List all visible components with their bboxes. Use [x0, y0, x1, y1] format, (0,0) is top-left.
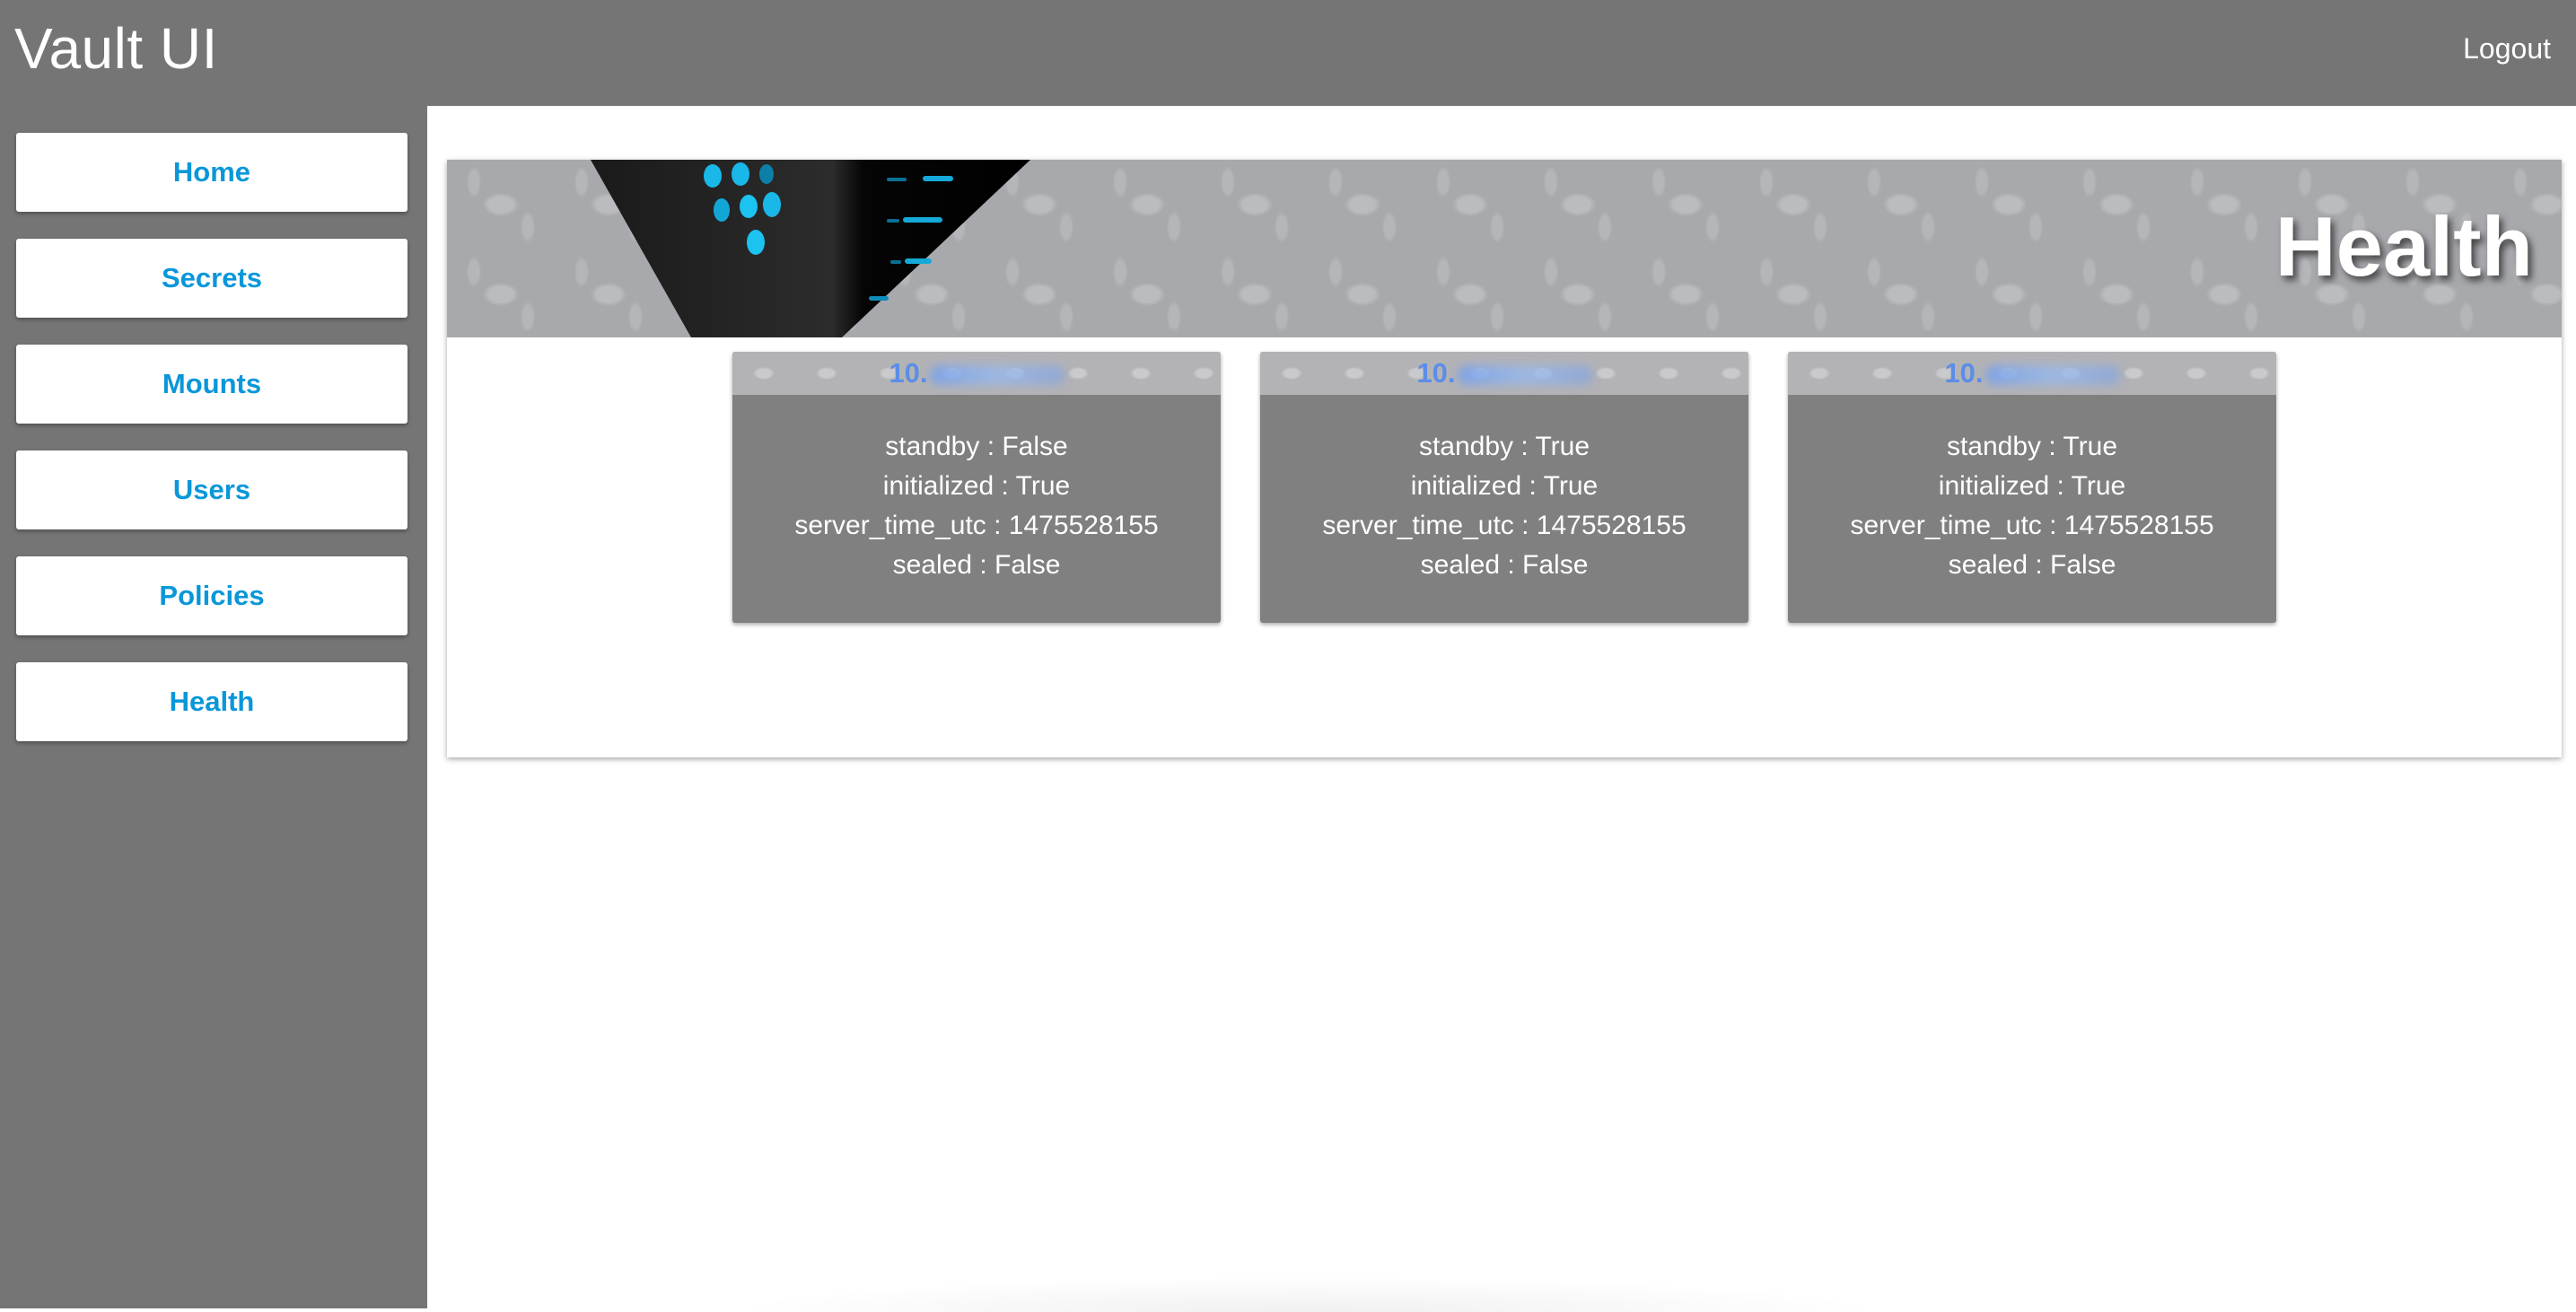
node-standby: standby : True: [1946, 432, 2118, 461]
node-card-header: 10.: [732, 352, 1221, 395]
node-ip: 10.: [889, 357, 1065, 389]
sidebar-item-mounts[interactable]: Mounts: [16, 345, 407, 424]
node-ip: 10.: [1944, 357, 2120, 389]
node-sealed: sealed : False: [1420, 550, 1589, 580]
node-initialized: initialized : True: [1938, 471, 2126, 501]
node-standby: standby : False: [885, 432, 1068, 461]
node-card-body: standby : False initialized : True serve…: [732, 427, 1221, 585]
node-card-header: 10.: [1788, 352, 2276, 395]
app-title: Vault UI: [14, 16, 218, 81]
sidebar-item-policies[interactable]: Policies: [16, 556, 407, 635]
node-initialized: initialized : True: [882, 471, 1071, 501]
node-card: 10. standby : False initialized : True s…: [732, 352, 1221, 623]
node-sealed: sealed : False: [1948, 550, 2116, 580]
node-card: 10. standby : True initialized : True se…: [1260, 352, 1748, 623]
redacted-ip-blur: [1985, 364, 2120, 385]
health-panel: Health 10. standby : False initialized :…: [447, 160, 2562, 757]
node-sealed: sealed : False: [892, 550, 1061, 580]
node-card-body: standby : True initialized : True server…: [1788, 427, 2276, 585]
app-bar: Vault UI Logout: [0, 0, 2576, 106]
node-standby: standby : True: [1418, 432, 1590, 461]
health-banner: Health: [447, 160, 2562, 337]
sidebar: Home Secrets Mounts Users Policies Healt…: [0, 106, 427, 1308]
sidebar-item-secrets[interactable]: Secrets: [16, 239, 407, 318]
node-ip-prefix: 10.: [889, 357, 928, 389]
node-card-body: standby : True initialized : True server…: [1260, 427, 1748, 585]
page-title: Health: [2274, 199, 2533, 293]
logout-button[interactable]: Logout: [2458, 29, 2556, 68]
node-server-time: server_time_utc : 1475528155: [1322, 511, 1687, 540]
sidebar-item-home[interactable]: Home: [16, 133, 407, 212]
node-ip-prefix: 10.: [1416, 357, 1456, 389]
redacted-ip-blur: [929, 364, 1065, 385]
node-ip-prefix: 10.: [1944, 357, 1984, 389]
sidebar-item-health[interactable]: Health: [16, 662, 407, 741]
node-card: 10. standby : True initialized : True se…: [1788, 352, 2276, 623]
node-ip: 10.: [1416, 357, 1592, 389]
sidebar-item-users[interactable]: Users: [16, 450, 407, 529]
redacted-ip-blur: [1457, 364, 1592, 385]
node-server-time: server_time_utc : 1475528155: [1850, 511, 2214, 540]
vault-logo-banner-image: [591, 160, 1030, 337]
main-content: Health 10. standby : False initialized :…: [427, 106, 2576, 1312]
node-card-header: 10.: [1260, 352, 1748, 395]
node-initialized: initialized : True: [1410, 471, 1599, 501]
node-server-time: server_time_utc : 1475528155: [794, 511, 1159, 540]
footer-shadow: [723, 1276, 1890, 1312]
